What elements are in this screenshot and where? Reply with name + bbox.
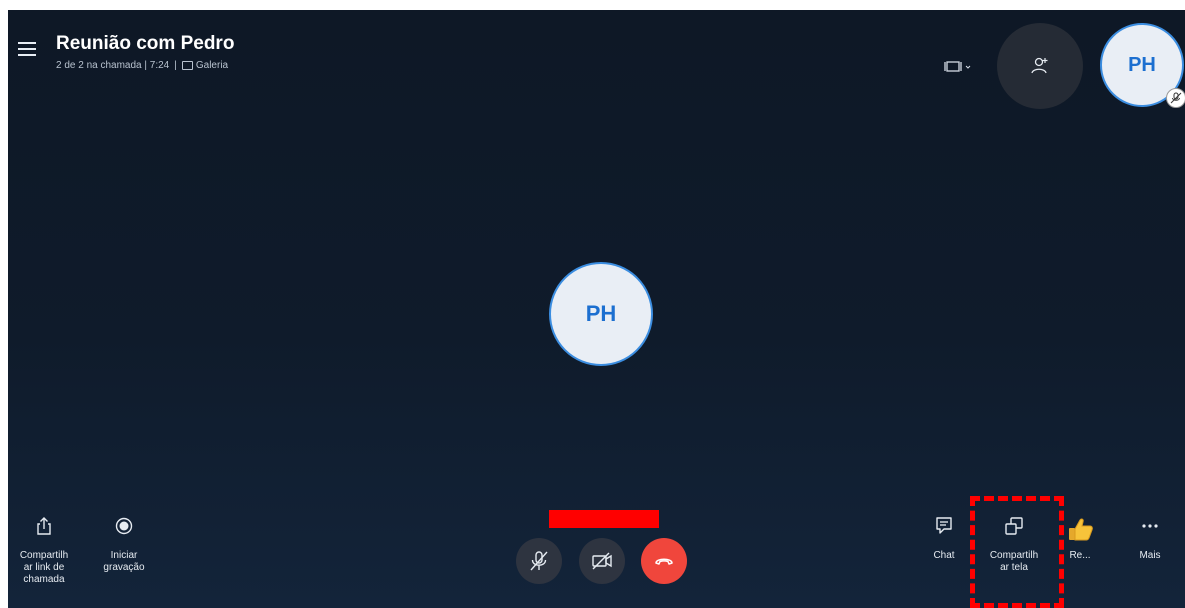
redaction-bar [549,510,659,528]
view-mode[interactable]: Galeria [196,60,228,71]
call-title: Reunião com Pedro [56,33,235,54]
more-label: Mais [1139,550,1161,561]
share-link-button[interactable]: Compartilh ar link de chamada [16,516,72,586]
record-icon [115,517,133,535]
menu-icon[interactable] [18,42,36,56]
share-screen-highlight [970,496,1064,608]
add-participant-button[interactable] [997,23,1083,109]
record-label: Iniciar gravação [103,550,145,573]
reactions-button[interactable]: Re... [1060,516,1100,562]
video-off-icon [592,552,612,570]
call-subtitle: 2 de 2 na chamada | 7:24 | Galeria [56,60,229,71]
chat-label: Chat [933,550,955,561]
mic-off-icon [530,551,548,571]
more-button[interactable]: Mais [1130,516,1170,562]
end-call-icon [655,558,673,565]
mic-off-icon [1170,92,1182,104]
add-person-icon [1031,57,1048,74]
gallery-icon [181,60,193,70]
layout-icon [944,61,971,72]
end-call-button[interactable] [641,538,687,584]
video-toggle-button[interactable] [579,538,625,584]
thumbs-up-icon [1069,518,1093,541]
mute-button[interactable] [516,538,562,584]
more-icon [1142,524,1158,528]
participant-initials: PH [585,301,617,326]
share-icon [37,517,51,535]
chat-icon [936,517,952,534]
share-link-label: Compartilh ar link de chamada [19,550,69,585]
layout-button[interactable] [942,58,976,76]
call-window: Reunião com Pedro 2 de 2 na chamada | 7:… [8,10,1185,608]
participant-avatar[interactable]: PH [549,262,653,366]
self-initials: PH [1128,53,1156,76]
start-recording-button[interactable]: Iniciar gravação [96,516,152,574]
reactions-label: Re... [1069,550,1091,561]
muted-badge [1166,88,1185,108]
call-status: 2 de 2 na chamada | 7:24 [56,60,170,71]
chat-button[interactable]: Chat [924,516,964,562]
